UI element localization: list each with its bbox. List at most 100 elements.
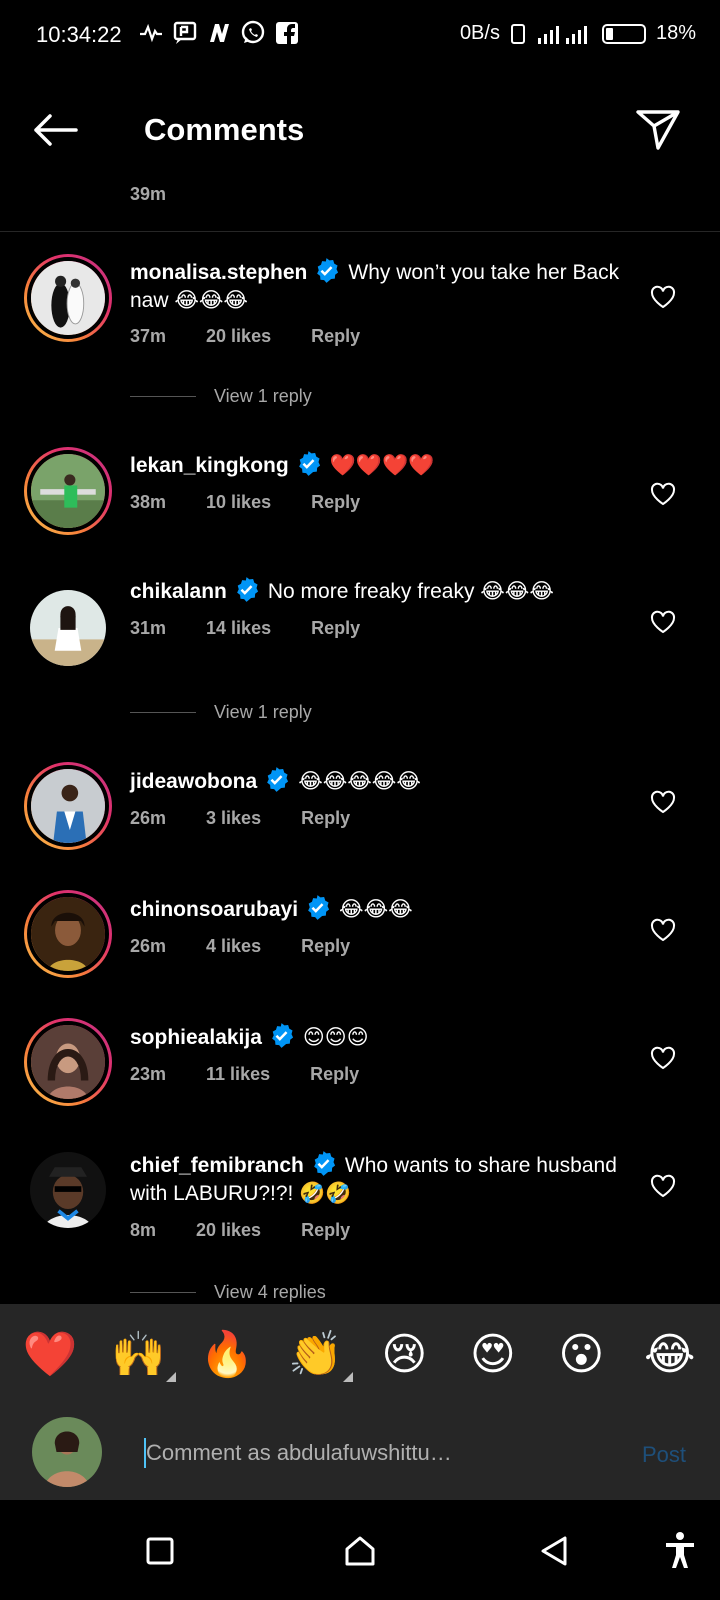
verified-badge-icon <box>314 1151 335 1176</box>
comment-likes[interactable]: 20 likes <box>196 1220 261 1241</box>
battery-level: 18% <box>655 22 696 44</box>
my-avatar <box>32 1417 102 1487</box>
avatar[interactable] <box>24 447 112 535</box>
emoji-heart-eyes[interactable]: 😍 <box>458 1329 528 1380</box>
comment-likes[interactable]: 20 likes <box>206 326 271 347</box>
post-button[interactable]: Post <box>642 1442 686 1468</box>
previous-comment-time: 39m <box>130 184 167 204</box>
view-replies-label[interactable]: View 1 reply <box>214 386 312 407</box>
heart-icon[interactable] <box>650 482 676 506</box>
comment-likes[interactable]: 3 likes <box>206 808 261 829</box>
view-replies[interactable]: View 1 reply <box>130 386 312 407</box>
heart-icon[interactable] <box>650 1174 676 1198</box>
back-arrow-icon[interactable] <box>30 110 80 150</box>
emoji-raised-hands[interactable]: 🙌 <box>104 1328 176 1382</box>
phone-icon <box>510 23 525 44</box>
view-replies[interactable]: View 4 replies <box>130 1282 326 1303</box>
activity-icon <box>140 23 162 43</box>
emoji-surprised[interactable]: 😮 <box>546 1329 616 1380</box>
comment-input[interactable]: Comment as abdulafuwshittu… <box>146 1440 452 1466</box>
heart-icon[interactable] <box>650 610 676 634</box>
view-replies-label[interactable]: View 4 replies <box>214 1282 326 1303</box>
comment-time: 37m <box>130 326 167 346</box>
comment-username[interactable]: monalisa.stephen <box>130 261 307 284</box>
comment-text: 😂😂😂😂😂 <box>298 770 421 793</box>
system-nav-bar <box>0 1500 720 1600</box>
comment-body: lekan_kingkong ❤️❤️❤️❤️ <box>130 450 620 480</box>
comment-input-bar: Comment as abdulafuwshittu… Post <box>0 1404 720 1500</box>
comment-body: chikalann No more freaky freaky 😂😂😂 <box>130 576 620 606</box>
comment-text: 😂😂😂 <box>339 898 413 921</box>
accessibility-icon[interactable] <box>660 1530 700 1570</box>
emoji-heart[interactable]: ❤️ <box>15 1328 85 1380</box>
verified-badge-icon <box>237 577 258 602</box>
verified-badge-icon <box>317 258 339 283</box>
reply-button[interactable]: Reply <box>311 618 360 639</box>
avatar[interactable] <box>30 1152 106 1228</box>
comment-username[interactable]: chikalann <box>130 580 227 603</box>
verified-badge-icon <box>308 895 330 920</box>
status-bar: 10:34:22 0B/s 18% <box>0 0 720 72</box>
comment-username[interactable]: sophiealakija <box>130 1026 262 1049</box>
send-icon[interactable] <box>634 104 682 152</box>
heart-icon[interactable] <box>650 285 676 309</box>
avatar[interactable] <box>24 890 112 978</box>
comment-time: 23m <box>130 1064 167 1084</box>
emoji-crying[interactable]: 😢 <box>369 1329 439 1380</box>
heart-icon[interactable] <box>650 1046 676 1070</box>
comment-meta: 23m 11 likes Reply <box>130 1064 359 1085</box>
recents-icon[interactable] <box>143 1534 177 1568</box>
back-nav-icon[interactable] <box>538 1534 572 1568</box>
comment-likes[interactable]: 4 likes <box>206 936 261 957</box>
comment-likes[interactable]: 11 likes <box>206 1064 270 1085</box>
comment-username[interactable]: chief_femibranch <box>130 1154 304 1177</box>
avatar[interactable] <box>30 590 106 666</box>
comment-likes[interactable]: 10 likes <box>206 492 271 513</box>
emoji-fire[interactable]: 🔥 <box>192 1328 262 1380</box>
comment-body: sophiealakija 😊😊😊 <box>130 1022 620 1052</box>
view-replies-label[interactable]: View 1 reply <box>214 702 312 723</box>
reply-button[interactable]: Reply <box>301 808 350 829</box>
reply-button[interactable]: Reply <box>301 1220 350 1241</box>
comment-meta: 31m 14 likes Reply <box>130 618 360 639</box>
reply-button[interactable]: Reply <box>310 1064 359 1085</box>
comment-username[interactable]: jideawobona <box>130 770 257 793</box>
comment-body: chief_femibranch Who wants to share husba… <box>130 1150 620 1208</box>
emoji-laughing[interactable]: 😂 <box>635 1329 705 1380</box>
comment-body: chinonsoarubayi 😂😂😂 <box>130 894 620 924</box>
avatar[interactable] <box>24 254 112 342</box>
avatar[interactable] <box>24 1018 112 1106</box>
comment-username[interactable]: lekan_kingkong <box>130 454 289 477</box>
comment-meta: 38m 10 likes Reply <box>130 492 360 513</box>
home-icon[interactable] <box>343 1534 377 1568</box>
verified-badge-icon <box>298 451 320 476</box>
comment-body: monalisa.stephen Why won’t you take her B… <box>130 257 620 315</box>
verified-badge-icon <box>272 1023 293 1048</box>
heart-icon[interactable] <box>650 790 676 814</box>
comment-time: 8m <box>130 1220 157 1240</box>
view-replies[interactable]: View 1 reply <box>130 702 312 723</box>
reply-button[interactable]: Reply <box>301 936 350 957</box>
comment-likes[interactable]: 14 likes <box>206 618 271 639</box>
page-title: Comments <box>144 112 305 147</box>
comment-meta: 37m 20 likes Reply <box>130 326 360 347</box>
heart-icon[interactable] <box>650 918 676 942</box>
comment-username[interactable]: chinonsoarubayi <box>130 898 298 921</box>
emoji-clap[interactable]: 👏 <box>281 1328 353 1382</box>
quick-emoji-bar: ❤️ 🙌 🔥 👏 😢 😍 😮 😂 <box>0 1304 720 1404</box>
comment-text: No more freaky freaky 😂😂😂 <box>267 580 554 603</box>
comment-meta: 26m 4 likes Reply <box>130 936 350 957</box>
facebook-icon <box>276 22 298 44</box>
status-right: 0B/s 18% <box>460 22 696 45</box>
reply-button[interactable]: Reply <box>311 326 360 347</box>
whatsapp-icon <box>241 20 265 44</box>
comment-text: ❤️❤️❤️❤️ <box>329 454 435 477</box>
battery-icon <box>601 23 646 44</box>
reply-button[interactable]: Reply <box>311 492 360 513</box>
n-app-icon <box>210 24 229 42</box>
emoji-clap-glyph: 👏 <box>288 1329 344 1380</box>
comment-time: 38m <box>130 492 167 512</box>
comment-text: 😊😊😊 <box>302 1026 369 1049</box>
avatar[interactable] <box>24 762 112 850</box>
notification-icons <box>138 20 300 46</box>
